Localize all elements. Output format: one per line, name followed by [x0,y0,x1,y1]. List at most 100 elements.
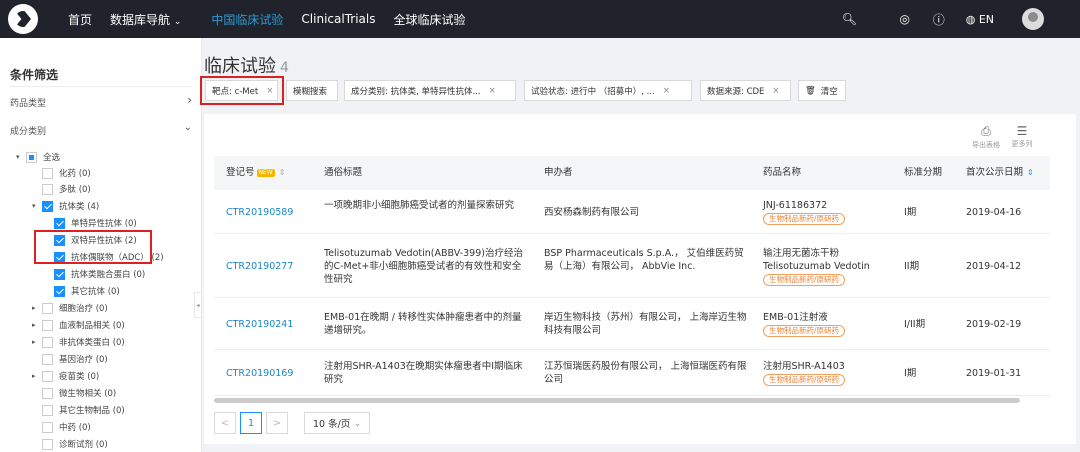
tree-item-label: 基因治疗 (0) [59,355,108,365]
filter-fuzzy-search[interactable]: 模糊搜索 [286,80,338,101]
caret-down-icon[interactable]: ▾ [32,202,42,210]
tree-item[interactable]: 微生物相关 (0) [32,386,116,400]
tree-item[interactable]: 诊断试剂 (0) [32,437,108,451]
caret-right-icon[interactable]: ▸ [32,372,42,380]
checkbox[interactable] [42,387,53,399]
col-reg-no[interactable]: 登记号 NEW ⇕ [226,156,285,190]
drug-name: EMB-01注射液 [763,312,828,323]
drug-type-tag: 生物制品新药/原研药 [763,374,846,386]
globe-icon: ◍ [965,12,976,26]
table-row[interactable]: CTR20190277 Telisotuzumab Vedotin(ABBV-39… [214,234,1050,298]
section-component-category[interactable]: 成分类别 ⌄ [10,122,192,138]
tree-item-label: 血液制品相关 (0) [59,321,125,331]
next-page-button[interactable]: > [266,412,288,434]
checkbox[interactable] [42,370,53,382]
nav-home[interactable]: 首页 [68,11,92,28]
caret-right-icon[interactable]: ▸ [32,304,42,312]
tree-item[interactable]: 多肽 (0) [32,182,91,196]
export-table-button[interactable]: ⎙ 导出表格 [968,124,1004,150]
trial-sponsor: BSP Pharmaceuticals S.p.A.， 艾伯维医药贸易（上海）有… [544,248,744,272]
tree-item-label: 中药 (0) [59,423,91,433]
trial-title: 注射用SHR-A1403在晚期实体瘤患者中I期临床研究 [324,361,523,385]
sort-icon[interactable]: ⇕ [1027,168,1034,177]
tree-item[interactable]: 其它生物制品 (0) [32,403,125,417]
caret-right-icon[interactable]: ▸ [32,321,42,329]
help-icon[interactable]: ⓘ [932,11,946,28]
checkbox[interactable] [42,167,53,179]
avatar[interactable] [1022,8,1044,30]
checkbox[interactable] [42,438,53,450]
checkbox[interactable] [42,183,53,195]
close-icon[interactable]: × [489,86,496,96]
close-icon[interactable]: × [663,86,670,96]
nav-china-trials[interactable]: 中国临床试验 [211,11,283,28]
checkbox[interactable] [54,285,65,297]
more-columns-button[interactable]: ☰ 更多列 [1004,124,1040,149]
caret-down-icon[interactable]: ▾ [16,153,26,161]
results-panel: ⎙ 导出表格 ☰ 更多列 登记号 NEW ⇕ 通俗标题 申办者 药品名称 标准分期 首次… [204,114,1076,444]
filter-chip-component[interactable]: 成分类别: 抗体类, 单特异性抗体... × [344,80,516,101]
page-1-button[interactable]: 1 [240,412,262,434]
trial-id-link[interactable]: CTR20190277 [226,260,318,273]
trial-id-link[interactable]: CTR20190241 [226,318,318,331]
tree-item[interactable]: ▸ 非抗体类蛋白 (0) [32,335,125,349]
tree-item[interactable]: 化药 (0) [32,166,91,180]
tree-item-label: 微生物相关 (0) [59,389,117,399]
trial-id-link[interactable]: CTR20190589 [226,206,318,219]
collapse-sidebar-handle[interactable]: ◂ [194,292,202,318]
checkbox[interactable] [42,353,53,365]
divider [10,86,192,87]
checkbox[interactable] [26,151,37,163]
notification-icon[interactable]: ◎ [898,12,912,26]
col-date[interactable]: 首次公示日期 ⇕ [966,156,1034,190]
tree-item[interactable]: 其它抗体 (0) [44,284,120,298]
drug-type-tag: 生物制品新药/原研药 [763,213,846,225]
clear-filters-button[interactable]: 🗑︎ 清空 [798,80,846,101]
tree-item-label: 其它生物制品 (0) [59,406,125,416]
table-row[interactable]: CTR20190589 一项晚期非小细胞肺癌受试者的剂量探索研究 西安杨森制药有限公… [214,190,1050,234]
tree-item[interactable]: ▸ 血液制品相关 (0) [32,318,125,332]
prev-page-button[interactable]: < [214,412,236,434]
horizontal-scrollbar[interactable] [214,398,1020,403]
logo-icon[interactable] [8,4,38,34]
checkbox[interactable] [42,200,53,212]
caret-right-icon[interactable]: ▸ [32,338,42,346]
tree-item[interactable]: 单特异性抗体 (0) [44,216,137,230]
tree-item[interactable]: ▸ 细胞治疗 (0) [32,301,108,315]
table-row[interactable]: CTR20190169 注射用SHR-A1403在晚期实体瘤患者中I期临床研究 江苏… [214,350,1050,396]
checkbox[interactable] [42,336,53,348]
tree-item[interactable]: 基因治疗 (0) [32,352,108,366]
trial-phase: II期 [904,261,920,272]
tree-item[interactable]: 抗体类融合蛋白 (0) [44,267,145,281]
checkbox[interactable] [42,404,53,416]
checkbox[interactable] [54,217,65,229]
filter-chip-source[interactable]: 数据来源: CDE × [700,80,791,101]
tree-item[interactable]: ▸ 疫苗类 (0) [32,369,99,383]
page-size-select[interactable]: 10 条/页 ⌄ [304,412,371,434]
drug-type-tag: 生物制品新药/原研药 [763,325,846,337]
filter-chip-status[interactable]: 试验状态: 进行中 （招募中）, ... × [524,80,692,101]
table-row[interactable]: CTR20190241 EMB-01在晚期 / 转移性实体肿瘤患者中的剂量递增研究… [214,298,1050,350]
tree-item[interactable]: ▾ 抗体类 (4) [32,199,99,213]
checkbox[interactable] [42,319,53,331]
checkbox[interactable] [42,421,53,433]
trial-title: EMB-01在晚期 / 转移性实体肿瘤患者中的剂量递增研究。 [324,312,522,336]
checkbox[interactable] [54,268,65,280]
columns-icon: ☰ [1016,124,1028,138]
trial-phase: I期 [904,207,917,218]
nav-db-navigation[interactable]: 数据库导航 ⌄ [110,11,181,28]
chevron-down-icon: ⌄ [183,122,192,133]
search-icon[interactable]: 🔍︎ [842,12,857,26]
trial-id-link[interactable]: CTR20190169 [226,367,318,380]
section-drug-type[interactable]: 药品类型 › [10,94,192,109]
nav-clinicaltrials[interactable]: ClinicalTrials [301,12,375,26]
close-icon[interactable]: × [772,86,779,96]
language-switch[interactable]: ◍ EN [966,13,994,26]
nav-global-trials[interactable]: 全球临床试验 [393,11,465,28]
sort-icon[interactable]: ⇕ [279,168,286,177]
tree-item[interactable]: ▾ 全选 [16,150,60,164]
tree-item[interactable]: 中药 (0) [32,420,91,434]
checkbox[interactable] [42,302,53,314]
drug-name: JNJ-61186372 [763,200,828,211]
drug-cell: EMB-01注射液生物制品新药/原研药 [763,311,893,337]
